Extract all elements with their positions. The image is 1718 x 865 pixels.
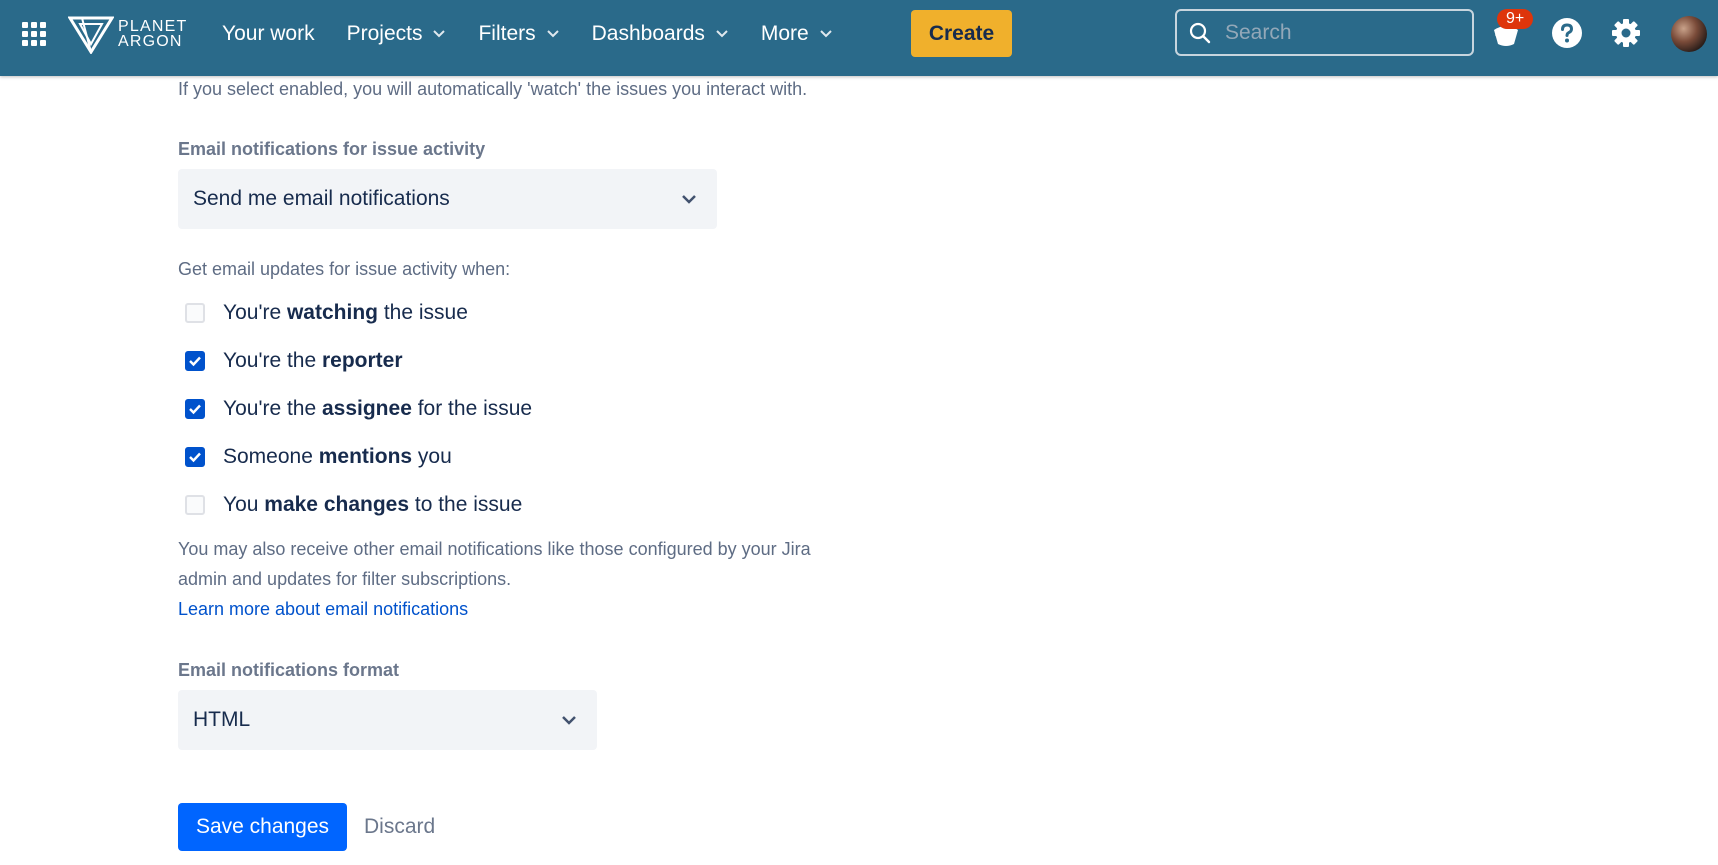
other-notifications-note: You may also receive other email notific… bbox=[178, 534, 878, 594]
chevron-down-icon bbox=[820, 30, 832, 38]
learn-more-link[interactable]: Learn more about email notifications bbox=[178, 599, 468, 620]
logo-text: PLANET ARGON bbox=[118, 18, 188, 50]
nav-more-label: More bbox=[760, 22, 809, 45]
check-icon bbox=[189, 356, 201, 367]
reporter-label-pre: You're the bbox=[223, 349, 322, 372]
mentions-checkbox[interactable] bbox=[185, 447, 205, 467]
chevron-down-icon bbox=[433, 30, 446, 38]
create-button[interactable]: Create bbox=[911, 10, 1012, 57]
nav-dashboards[interactable]: Dashboards bbox=[576, 14, 745, 54]
gear-icon[interactable] bbox=[1610, 17, 1642, 49]
assignee-label-post: for the issue bbox=[411, 397, 533, 420]
watching-label-bold: watching bbox=[286, 301, 378, 324]
top-navigation: PLANET ARGON Your work Projects Filters … bbox=[0, 0, 1718, 76]
updates-label: Get email updates for issue activity whe… bbox=[178, 259, 511, 279]
make-changes-label-post: to the issue bbox=[409, 493, 523, 516]
other-note-line1: You may also receive other email notific… bbox=[178, 539, 811, 559]
other-note-line2: admin and updates for filter subscriptio… bbox=[178, 569, 512, 589]
watching-checkbox[interactable] bbox=[185, 303, 205, 323]
reporter-label: You're the reporter bbox=[223, 349, 403, 373]
watching-label: You're watching the issue bbox=[223, 301, 468, 325]
main-nav: Your work Projects Filters Dashboards Mo… bbox=[206, 0, 849, 68]
nav-filters-label: Filters bbox=[478, 22, 536, 45]
make-changes-checkbox[interactable] bbox=[185, 495, 205, 515]
search-box[interactable] bbox=[1175, 9, 1474, 56]
reporter-checkbox[interactable] bbox=[185, 351, 205, 371]
nav-your-work-label: Your work bbox=[222, 22, 315, 45]
make-changes-label: You make changes to the issue bbox=[223, 493, 522, 517]
help-icon[interactable] bbox=[1551, 17, 1583, 49]
check-row-mentions[interactable]: Someone mentions you bbox=[185, 442, 452, 472]
nav-projects[interactable]: Projects bbox=[331, 14, 463, 54]
email-format-value: HTML bbox=[193, 708, 251, 731]
check-row-assignee[interactable]: You're the assignee for the issue bbox=[185, 394, 532, 424]
email-format-select[interactable]: HTML bbox=[178, 690, 597, 750]
nav-your-work[interactable]: Your work bbox=[206, 14, 331, 54]
nav-more[interactable]: More bbox=[745, 14, 849, 54]
check-icon bbox=[189, 452, 201, 463]
email-activity-value: Send me email notifications bbox=[193, 187, 450, 210]
watch-intro-text: If you select enabled, you will automati… bbox=[178, 79, 808, 99]
email-format-label: Email notifications format bbox=[178, 660, 400, 680]
chevron-down-icon bbox=[562, 716, 576, 725]
assignee-label-pre: You're the bbox=[223, 397, 322, 420]
mentions-label-pre: Someone bbox=[223, 445, 319, 468]
planet-argon-logo-mark bbox=[68, 16, 114, 54]
chevron-down-icon bbox=[682, 195, 696, 204]
mentions-label-bold: mentions bbox=[318, 445, 413, 468]
search-icon bbox=[1189, 22, 1211, 43]
make-changes-label-bold: make changes bbox=[264, 493, 410, 516]
save-changes-button[interactable]: Save changes bbox=[178, 803, 347, 851]
make-changes-label-pre: You bbox=[223, 493, 265, 516]
assignee-checkbox[interactable] bbox=[185, 399, 205, 419]
reporter-label-bold: reporter bbox=[321, 349, 403, 372]
discard-button[interactable]: Discard bbox=[364, 803, 435, 851]
watching-label-post: the issue bbox=[377, 301, 468, 324]
search-input[interactable] bbox=[1225, 20, 1455, 45]
check-row-reporter[interactable]: You're the reporter bbox=[185, 346, 403, 376]
email-activity-select[interactable]: Send me email notifications bbox=[178, 169, 717, 229]
assignee-label: You're the assignee for the issue bbox=[223, 397, 532, 421]
assignee-label-bold: assignee bbox=[321, 397, 412, 420]
app-switcher-icon[interactable] bbox=[22, 22, 46, 46]
nav-filters[interactable]: Filters bbox=[462, 14, 575, 54]
chevron-down-icon bbox=[716, 30, 728, 38]
check-row-make-changes[interactable]: You make changes to the issue bbox=[185, 490, 522, 520]
planet-argon-logo[interactable]: PLANET ARGON bbox=[68, 14, 187, 54]
email-activity-label: Email notifications for issue activity bbox=[178, 139, 486, 159]
mentions-label-post: you bbox=[412, 445, 452, 468]
logo-text-line2: ARGON bbox=[118, 33, 183, 50]
check-icon bbox=[189, 404, 201, 415]
mentions-label: Someone mentions you bbox=[223, 445, 452, 469]
check-row-watching[interactable]: You're watching the issue bbox=[185, 298, 468, 328]
logo-text-line1: PLANET bbox=[118, 18, 188, 35]
chevron-down-icon bbox=[546, 30, 559, 38]
avatar[interactable] bbox=[1671, 16, 1707, 52]
nav-projects-label: Projects bbox=[346, 22, 423, 45]
nav-dashboards-label: Dashboards bbox=[591, 22, 705, 45]
notification-badge: 9+ bbox=[1497, 9, 1534, 29]
watching-label-pre: You're bbox=[223, 301, 287, 324]
